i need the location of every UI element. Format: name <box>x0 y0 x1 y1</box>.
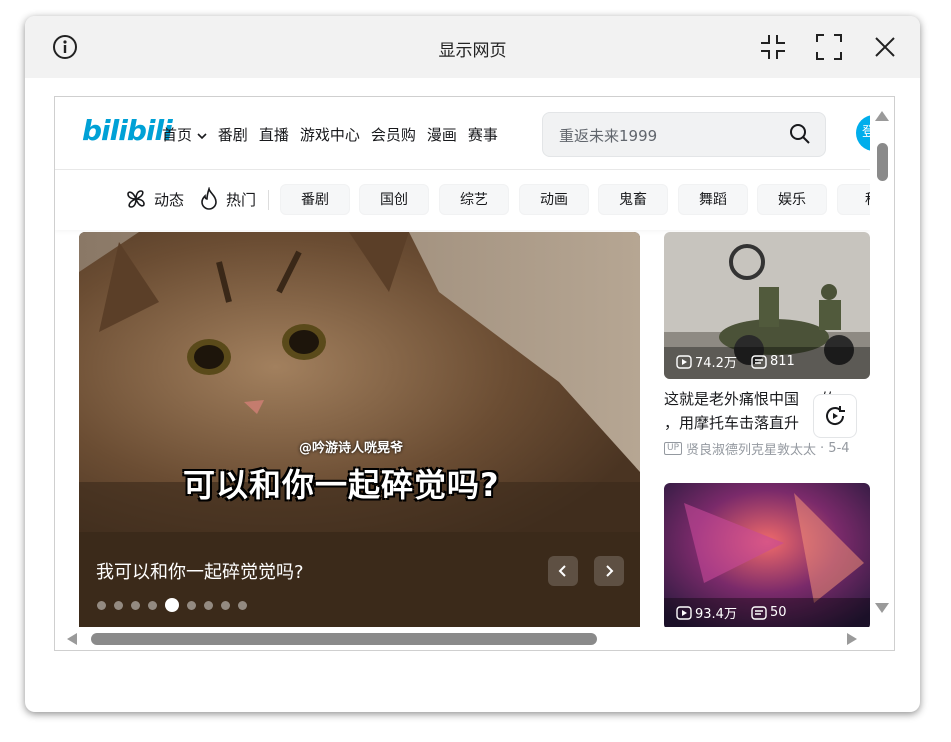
channel-pill[interactable]: 科 <box>837 184 870 215</box>
search-icon[interactable] <box>789 123 811 149</box>
banner-prev-button[interactable] <box>548 556 578 586</box>
scroll-left-arrow[interactable] <box>67 633 77 645</box>
horizontal-scroll-thumb[interactable] <box>91 633 597 645</box>
channel-pill[interactable]: 综艺 <box>439 184 509 215</box>
main-nav: 首页 番剧 直播 游戏中心 会员购 漫画 赛事 <box>162 124 498 145</box>
web-view-dialog: 显示网页 bilibili 首页 番剧 直播 游戏中心 会员购 漫画 赛事 重返… <box>25 16 920 712</box>
horizontal-scrollbar[interactable] <box>55 628 870 650</box>
search-input[interactable]: 重返未来1999 <box>559 125 657 146</box>
carousel-dot[interactable] <box>97 600 106 610</box>
danmaku-stat: 811 <box>751 354 795 369</box>
banner-watermark: @吟游诗人咣晃爷 <box>299 441 404 456</box>
banner-subtitle: 可以和你一起碎觉吗? <box>183 466 500 504</box>
channel-hot[interactable]: 热门 <box>198 187 256 211</box>
channel-pill[interactable]: 动画 <box>519 184 589 215</box>
nav-home[interactable]: 首页 <box>162 124 207 145</box>
channel-pill[interactable]: 番剧 <box>280 184 350 215</box>
video-thumbnail[interactable]: 74.2万 811 <box>664 232 870 379</box>
channel-divider <box>268 190 269 210</box>
bilibili-logo[interactable]: bilibili <box>82 114 173 147</box>
up-badge-icon: UP <box>664 442 683 455</box>
nav-mall[interactable]: 会员购 <box>371 124 416 145</box>
video-author[interactable]: UP 贤良淑德列克星敦太太 · 5-4 <box>664 439 870 458</box>
site-header: bilibili 首页 番剧 直播 游戏中心 会员购 漫画 赛事 重返未来199… <box>55 97 870 170</box>
web-viewport: bilibili 首页 番剧 直播 游戏中心 会员购 漫画 赛事 重返未来199… <box>54 96 895 651</box>
dialog-titlebar: 显示网页 <box>25 16 920 78</box>
danmaku-icon <box>751 354 767 369</box>
channel-pill[interactable]: 娱乐 <box>757 184 827 215</box>
danmaku-icon <box>751 605 767 620</box>
login-avatar[interactable]: 登 <box>856 115 870 151</box>
banner-carousel[interactable]: @吟游诗人咣晃爷 可以和你一起碎觉吗? 我可以和你一起碎觉觉吗? <box>79 232 640 627</box>
video-card[interactable]: 93.4万 50 <box>664 483 870 627</box>
refresh-recommend-button[interactable] <box>813 394 857 438</box>
video-thumbnail[interactable]: 93.4万 50 <box>664 483 870 627</box>
nav-esports[interactable]: 赛事 <box>468 124 498 145</box>
play-count-icon <box>676 354 692 369</box>
carousel-dot[interactable] <box>187 600 196 610</box>
carousel-dot[interactable] <box>114 600 123 610</box>
channel-pill[interactable]: 舞蹈 <box>678 184 748 215</box>
channel-bar: 动态 热门 番剧 国创 综艺 动画 鬼畜 舞蹈 娱乐 科 <box>55 170 870 230</box>
carousel-dot[interactable] <box>131 600 140 610</box>
danmaku-stat: 50 <box>751 605 787 620</box>
bilibili-page: bilibili 首页 番剧 直播 游戏中心 会员购 漫画 赛事 重返未来199… <box>55 97 870 627</box>
vertical-scroll-thumb[interactable] <box>877 143 888 181</box>
banner-next-button[interactable] <box>594 556 624 586</box>
pinwheel-icon <box>127 190 145 208</box>
carousel-dot[interactable] <box>165 598 179 612</box>
video-stats: 93.4万 50 <box>676 603 787 622</box>
exit-fullscreen-icon[interactable] <box>758 32 788 62</box>
channel-dynamic[interactable]: 动态 <box>124 187 184 211</box>
flame-icon <box>201 187 217 210</box>
play-count-icon <box>676 605 692 620</box>
carousel-dot[interactable] <box>238 600 247 610</box>
scroll-up-arrow[interactable] <box>875 111 889 121</box>
banner-caption[interactable]: 我可以和你一起碎觉觉吗? <box>96 558 304 584</box>
vertical-scrollbar[interactable] <box>870 97 894 627</box>
carousel-dot[interactable] <box>148 600 157 610</box>
nav-game-center[interactable]: 游戏中心 <box>300 124 360 145</box>
views-stat: 74.2万 <box>676 352 737 371</box>
fullscreen-icon[interactable] <box>814 32 844 62</box>
chevron-right-icon <box>606 565 614 577</box>
chevron-down-icon <box>197 133 207 140</box>
close-icon[interactable] <box>870 32 900 62</box>
channel-pill[interactable]: 鬼畜 <box>598 184 668 215</box>
carousel-dot[interactable] <box>221 600 230 610</box>
scroll-down-arrow[interactable] <box>875 603 889 613</box>
search-box[interactable]: 重返未来1999 <box>542 112 826 157</box>
views-stat: 93.4万 <box>676 603 737 622</box>
video-stats: 74.2万 811 <box>676 352 795 371</box>
carousel-dot[interactable] <box>204 600 213 610</box>
scroll-right-arrow[interactable] <box>847 633 857 645</box>
banner-dots <box>97 598 247 612</box>
nav-manga[interactable]: 漫画 <box>427 124 457 145</box>
chevron-left-icon <box>558 565 566 577</box>
nav-bangumi[interactable]: 番剧 <box>218 124 248 145</box>
channel-pill[interactable]: 国创 <box>359 184 429 215</box>
refresh-icon <box>826 406 845 425</box>
nav-live[interactable]: 直播 <box>259 124 289 145</box>
